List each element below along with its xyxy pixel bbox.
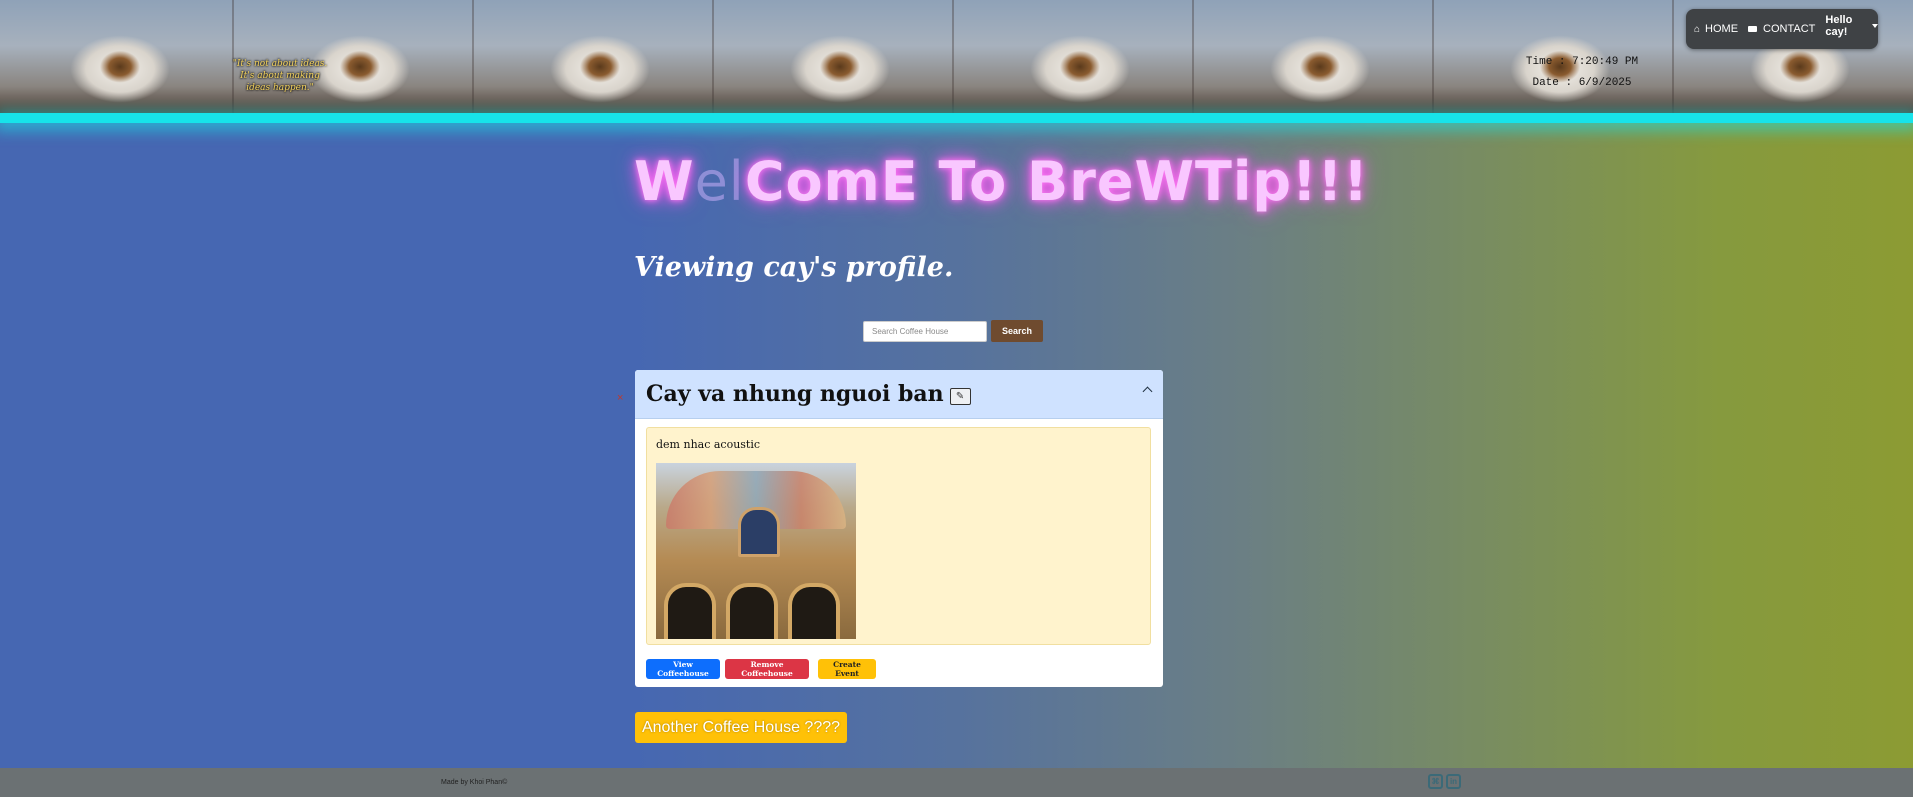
header-quote: "It's not about ideas. It's about making…	[232, 59, 328, 93]
nav-home-link[interactable]: ⌂ HOME	[1694, 23, 1738, 35]
social-links: ⌘ in	[1428, 774, 1464, 789]
footer-credit: Made by Khoi Phan©	[441, 779, 508, 786]
header-glow-line	[0, 113, 1913, 123]
caret-down-icon	[1872, 24, 1878, 28]
welcome-heading: WelComE To BreWTip!!!	[634, 150, 1368, 213]
banner-divider	[1672, 0, 1674, 115]
welcome-heading-part1: W	[634, 150, 695, 213]
banner-divider	[712, 0, 714, 115]
church-arch	[726, 583, 778, 639]
user-menu-dropdown[interactable]: Hello cay!	[1825, 14, 1878, 38]
church-arch	[788, 583, 840, 639]
edit-button[interactable]: ✎	[949, 387, 971, 405]
clock-display: Time : 7:20:49 PM Date : 6/9/2025	[1522, 52, 1642, 94]
envelope-icon	[1748, 26, 1758, 32]
time-label: Time : 7:20:49 PM	[1525, 56, 1639, 68]
welcome-heading-part2: el	[694, 150, 745, 213]
event-panel: dem nhac acoustic	[646, 427, 1151, 645]
coffeehouse-card-header[interactable]: Cay va nhung nguoi ban ✎	[635, 370, 1163, 419]
search-input[interactable]	[863, 320, 987, 342]
welcome-heading-part3: ComE To BreWTip!!!	[744, 150, 1369, 213]
search-bar: Search	[863, 320, 1043, 342]
coffeehouse-name: Cay va nhung nguoi ban	[646, 381, 944, 407]
home-icon: ⌂	[1694, 23, 1701, 35]
remove-coffeehouse-button[interactable]: Remove Coffeehouse	[725, 659, 809, 679]
remove-marker[interactable]: ×	[617, 392, 623, 404]
coffeehouse-card: Cay va nhung nguoi ban ✎ dem nhac acoust…	[635, 370, 1163, 687]
banner-divider	[1432, 0, 1434, 115]
another-coffeehouse-button[interactable]: Another Coffee House ????	[635, 712, 847, 743]
view-coffeehouse-button[interactable]: View Coffeehouse	[646, 659, 720, 679]
banner-divider	[952, 0, 954, 115]
user-menu-label: Hello cay!	[1825, 14, 1853, 38]
church-window	[738, 507, 780, 557]
github-icon[interactable]: ⌘	[1428, 774, 1443, 789]
nav-contact-label: CONTACT	[1763, 23, 1816, 35]
nav-contact-link[interactable]: CONTACT	[1748, 23, 1815, 35]
event-name: dem nhac acoustic	[656, 438, 761, 451]
pencil-icon: ✎	[955, 390, 965, 402]
card-button-row: View Coffeehouse Remove Coffeehouse Crea…	[646, 659, 881, 679]
create-event-button[interactable]: Create Event	[818, 659, 876, 679]
profile-heading: Viewing cay's profile.	[634, 252, 954, 283]
nav-home-label: HOME	[1705, 23, 1739, 35]
church-arch	[664, 583, 716, 639]
linkedin-icon[interactable]: in	[1446, 774, 1461, 789]
banner-divider	[1192, 0, 1194, 115]
top-navbar: ⌂ HOME CONTACT Hello cay!	[1686, 9, 1878, 49]
banner-divider	[472, 0, 474, 115]
search-button[interactable]: Search	[991, 320, 1043, 342]
event-image	[656, 463, 856, 639]
date-label: Date : 6/9/2025	[1532, 77, 1632, 89]
chevron-up-icon[interactable]	[1142, 386, 1153, 397]
footer: Made by Khoi Phan© ⌘ in	[0, 768, 1913, 797]
